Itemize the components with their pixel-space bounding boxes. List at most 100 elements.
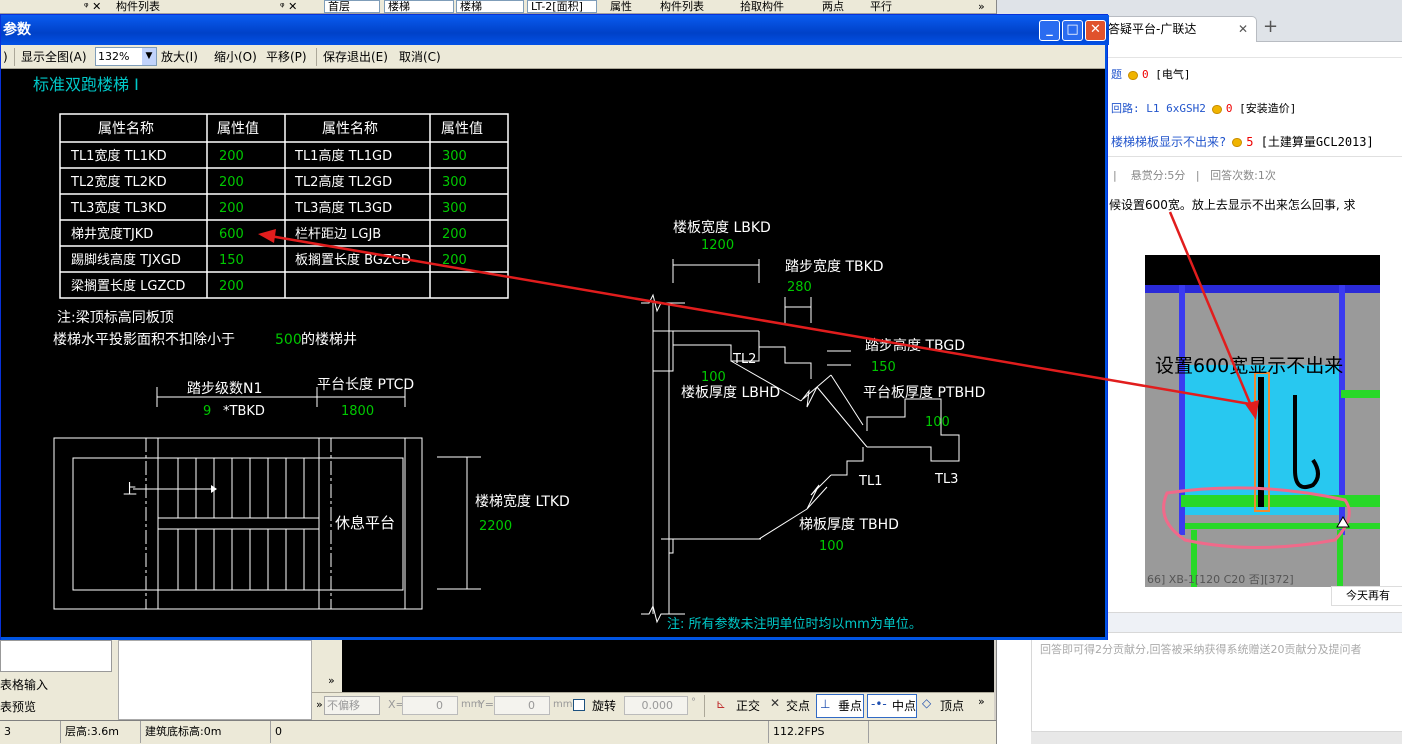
pick-component-button[interactable]: 拾取构件: [740, 0, 784, 14]
platform-length-value[interactable]: 1800: [341, 404, 374, 419]
slab-thick-value[interactable]: 100: [701, 370, 726, 385]
table-preview-tab[interactable]: 表预览: [0, 698, 36, 715]
component-select[interactable]: LT-2[面积]: [527, 0, 597, 13]
status-separator: [868, 721, 869, 743]
zoom-in-button[interactable]: 放大(I): [161, 49, 198, 65]
question-link[interactable]: 题: [1111, 68, 1122, 81]
param-value[interactable]: 200: [219, 279, 244, 294]
param-value[interactable]: 200: [442, 227, 467, 242]
floor-select[interactable]: 首层: [324, 0, 380, 13]
screenshot-drawing: [1145, 255, 1380, 587]
question-item-1[interactable]: 题 0 [电气]: [1111, 66, 1191, 82]
platform-thick-value[interactable]: 100: [925, 415, 950, 430]
save-exit-button[interactable]: 保存退出(E): [323, 49, 388, 65]
question-link[interactable]: 楼梯梯板显示不出来?: [1111, 135, 1226, 149]
close-icon[interactable]: ✕: [1085, 20, 1106, 41]
question-meta: | 悬赏分:5分 | 回答次数:1次: [1113, 169, 1276, 182]
stair-slab-label: 梯板厚度 TBHD: [799, 517, 899, 533]
drawing-canvas[interactable]: 标准双跑楼梯 I 属性名称 属性值 属性名称 属性值 TL1宽度 TL1KD 2…: [1, 69, 1105, 637]
maximize-icon[interactable]: □: [1062, 20, 1083, 41]
question-link[interactable]: 回路: L1 6xGSH2: [1111, 102, 1206, 115]
stair-slab-value[interactable]: 100: [819, 539, 844, 554]
vertex-button[interactable]: 顶点: [940, 697, 964, 714]
slab-width-label: 楼板宽度 LBKD: [673, 219, 771, 236]
table-header: 属性名称: [98, 121, 154, 137]
zoom-out-button[interactable]: 缩小(O): [214, 49, 257, 65]
note-area-value[interactable]: 500: [275, 332, 302, 348]
table-input-tab[interactable]: 表格输入: [0, 676, 48, 693]
dialog-bottom-border: [1, 637, 1107, 640]
cancel-button[interactable]: 取消(C): [399, 49, 441, 65]
perpendicular-button[interactable]: 垂点: [838, 697, 862, 714]
answer-textarea[interactable]: 回答即可得2分贡献分,回答被采纳获得系统赠送20贡献分及提问者: [1031, 632, 1402, 732]
step-count-value[interactable]: 9: [203, 404, 211, 419]
panel-list-2[interactable]: [118, 640, 312, 720]
param-value[interactable]: 300: [442, 201, 467, 216]
category-select[interactable]: 楼梯: [384, 0, 454, 13]
separator: [14, 48, 15, 66]
expand-icon[interactable]: »: [328, 674, 335, 687]
more-snap-icon[interactable]: »: [978, 695, 985, 708]
show-all-button[interactable]: 显示全图(A): [21, 49, 87, 65]
rotate-checkbox[interactable]: [573, 699, 585, 711]
tread-height-value[interactable]: 150: [871, 360, 896, 375]
chevron-down-icon[interactable]: ▼: [142, 48, 156, 65]
question-screenshot[interactable]: 设置600宽显示不出来 66] XB-1[120 C20 否][372]: [1145, 255, 1380, 587]
bottom-left-panel: 表格输入 表预览: [0, 640, 312, 720]
param-value[interactable]: 600: [219, 227, 244, 242]
tl3-label: TL3: [934, 472, 958, 487]
dialog-title-bar[interactable]: 参数 _ □ ✕: [1, 15, 1109, 45]
intersection-button[interactable]: 交点: [786, 697, 810, 714]
x-input[interactable]: 0: [402, 696, 458, 715]
zoom-select[interactable]: 132% ▼: [95, 47, 157, 66]
browser-scrollbar[interactable]: [1031, 732, 1402, 744]
y-input[interactable]: 0: [494, 696, 550, 715]
tab-close-icon[interactable]: ✕: [1238, 17, 1248, 41]
question-tag[interactable]: [电气]: [1155, 68, 1190, 81]
table-header: 属性值: [217, 121, 259, 137]
panel-list[interactable]: [0, 640, 112, 672]
new-tab-icon[interactable]: +: [1263, 16, 1278, 37]
param-value[interactable]: 300: [442, 175, 467, 190]
question-item-2[interactable]: 回路: L1 6xGSH2 0 [安装造价]: [1111, 100, 1296, 116]
panel-pin-close-icon[interactable]: ᵠ ✕: [280, 0, 297, 14]
question-item-3[interactable]: 楼梯梯板显示不出来? 5 [土建算量GCL2013]: [1111, 133, 1374, 150]
type-select[interactable]: 楼梯: [456, 0, 524, 13]
two-point-button[interactable]: 两点: [822, 0, 844, 14]
coin-icon: [1232, 138, 1243, 147]
coin-count: 0: [1142, 68, 1149, 81]
question-tag[interactable]: [安装造价]: [1239, 102, 1296, 115]
offset-select[interactable]: 不偏移: [324, 696, 380, 715]
tl1-label: TL1: [858, 474, 882, 489]
param-value[interactable]: 200: [442, 253, 467, 268]
dialog-title: 参数: [3, 22, 31, 38]
parallel-button[interactable]: 平行: [870, 0, 892, 14]
rotate-input[interactable]: 0.000: [624, 696, 688, 715]
midpoint-button[interactable]: 中点: [892, 697, 916, 714]
more-icon[interactable]: »: [978, 0, 985, 14]
param-value[interactable]: 200: [219, 201, 244, 216]
stair-width-value[interactable]: 2200: [479, 519, 512, 534]
param-value[interactable]: 300: [442, 149, 467, 164]
properties-button[interactable]: 属性: [610, 0, 632, 14]
reward-text: 悬赏分:5分: [1130, 169, 1186, 182]
question-tag[interactable]: [土建算量GCL2013]: [1261, 135, 1374, 149]
component-list-button[interactable]: 构件列表: [660, 0, 704, 14]
tread-width-value[interactable]: 280: [787, 280, 812, 295]
component-list-panel-title: 构件列表: [116, 0, 160, 13]
ortho-button[interactable]: 正交: [736, 697, 760, 714]
rest-platform-label: 休息平台: [335, 514, 395, 532]
unit-note: 注: 所有参数未注明单位时均以mm为单位。: [667, 616, 922, 632]
fps-display: 112.2FPS: [768, 721, 824, 743]
slab-width-value[interactable]: 1200: [701, 238, 734, 253]
minimize-icon[interactable]: _: [1039, 20, 1060, 41]
separator: [704, 695, 705, 717]
panel-pin-icon[interactable]: ᵠ ✕: [84, 0, 101, 14]
param-value[interactable]: 200: [219, 149, 244, 164]
note-area-prefix: 楼梯水平投影面积不扣除小于: [53, 332, 235, 348]
step-count-label: 踏步级数N1: [187, 381, 262, 397]
param-name: 梁搁置长度 LGZCD: [71, 278, 185, 294]
param-value[interactable]: 200: [219, 175, 244, 190]
pan-button[interactable]: 平移(P): [266, 49, 307, 65]
param-value[interactable]: 150: [219, 253, 244, 268]
